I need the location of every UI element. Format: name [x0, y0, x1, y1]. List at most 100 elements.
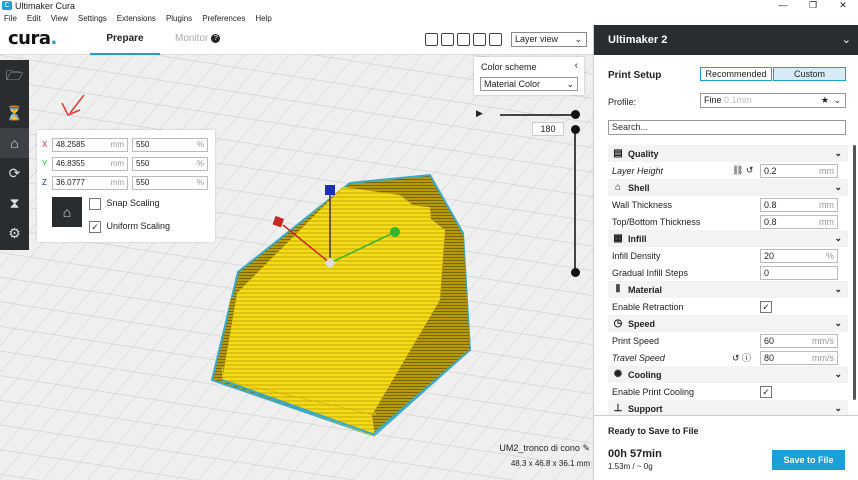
custom-button[interactable]: Custom [773, 67, 846, 81]
category-support[interactable]: ⊥ Support ⌄ [608, 400, 848, 415]
menu-help[interactable]: Help [251, 14, 277, 23]
layer-bottom-handle[interactable] [571, 268, 580, 277]
menu-preferences[interactable]: Preferences [198, 14, 251, 23]
cura-app-icon: C [2, 1, 12, 10]
setting-print-speed[interactable]: Print Speed 60 mm/s [608, 332, 848, 349]
setting-layer-height[interactable]: Layer Height 0.2 mm ⛓ ↺ [608, 162, 848, 179]
chevron-left-icon[interactable]: ‹ [575, 60, 578, 71]
category-cooling[interactable]: ✺ Cooling ⌄ [608, 366, 848, 383]
scale-tool-icon[interactable]: ⌂ [0, 128, 29, 158]
travel-speed-field[interactable]: 80 mm/s [760, 350, 838, 365]
shell-icon: ⌂ [614, 182, 622, 193]
view-3d-icon[interactable] [425, 33, 438, 46]
cura-logo: cura. [8, 28, 57, 49]
play-icon[interactable]: ▶ [476, 108, 483, 119]
scale-z-pct-field[interactable]: 550% [132, 175, 208, 190]
setting-label: Print Speed [612, 335, 660, 346]
quality-icon: ▤ [613, 148, 623, 159]
setting-enable-retraction[interactable]: Enable Retraction ✓ [608, 298, 848, 315]
menu-plugins[interactable]: Plugins [162, 14, 198, 23]
save-footer: Ready to Save to File 00h 57min 1.53m / … [594, 415, 858, 480]
scale-x-pct-field[interactable]: 550% [132, 137, 208, 152]
minimize-button[interactable]: — [768, 0, 798, 11]
layer-height-field[interactable]: 0.2 mm [760, 163, 838, 178]
pencil-icon[interactable]: ✎ [582, 443, 590, 453]
setting-infill-density[interactable]: Infill Density 20% [608, 247, 848, 264]
category-material[interactable]: ⦀ Material ⌄ [608, 281, 848, 298]
recommended-button[interactable]: Recommended [700, 67, 772, 81]
menu-settings[interactable]: Settings [74, 14, 113, 23]
setting-wall-thickness[interactable]: Wall Thickness 0.8 mm [608, 196, 848, 213]
scale-y-pct-field[interactable]: 550% [132, 156, 208, 171]
print-speed-field[interactable]: 60 mm/s [760, 333, 838, 348]
per-model-settings-icon[interactable]: ⚙ [0, 218, 29, 248]
reset-scale-icon[interactable]: ⌂ [52, 197, 82, 227]
axis-x-label: X [42, 140, 48, 149]
menu-edit[interactable]: Edit [23, 14, 47, 23]
category-quality[interactable]: ▤ Quality ⌄ [608, 145, 848, 162]
scale-x-mm-field[interactable]: 48.2585 mm [52, 137, 128, 152]
settings-search-input[interactable]: Search... [608, 120, 846, 135]
view-mode-select[interactable]: Layer view ⌄ [511, 32, 587, 47]
print-time: 00h 57min [608, 448, 662, 460]
menu-view[interactable]: View [47, 14, 74, 23]
chevron-down-icon: ⌄ [833, 95, 841, 105]
layer-progress-handle[interactable] [571, 110, 580, 119]
setting-label: Layer Height [612, 165, 664, 176]
setting-top-bottom-thickness[interactable]: Top/Bottom Thickness 0.8 mm [608, 213, 848, 230]
snap-scaling-checkbox[interactable] [89, 198, 101, 210]
top-bar: cura. Prepare Monitor? Layer view ⌄ [0, 25, 593, 55]
rotate-tool-icon[interactable]: ⟳ [0, 158, 29, 188]
chevron-down-icon: ⌄ [574, 34, 582, 44]
infill-icon: ▦ [613, 233, 623, 244]
menu-extensions[interactable]: Extensions [113, 14, 162, 23]
top-bottom-thickness-field[interactable]: 0.8 mm [760, 214, 838, 229]
mirror-tool-icon[interactable]: ⧗ [0, 188, 29, 218]
print-setup-label: Print Setup [608, 70, 662, 81]
menu-file[interactable]: File [0, 14, 23, 23]
settings-scrollbar[interactable] [853, 145, 856, 400]
category-label: Shell [628, 182, 650, 193]
setting-travel-speed[interactable]: Travel Speed 80 mm/s ↺ ⓘ [608, 349, 848, 366]
open-file-icon[interactable]: 🗁 [0, 60, 29, 90]
layer-range-track [574, 128, 576, 273]
scale-y-mm-field[interactable]: 46.8355 mm [52, 156, 128, 171]
uniform-scaling-checkbox[interactable]: ✓ [89, 221, 101, 233]
scale-z-mm-field[interactable]: 36.0777 mm [52, 175, 128, 190]
profile-select[interactable]: Fine 0.1mm ★ ⌄ [700, 93, 846, 108]
move-tool-icon[interactable]: ⏳ [0, 98, 29, 128]
snap-scaling-row[interactable]: Snap Scaling [89, 198, 160, 210]
left-toolbar: 🗁 ⏳ ⌂ ⟳ ⧗ ⚙ [0, 60, 29, 250]
setting-reset-icon[interactable]: ↺ ⓘ [732, 351, 751, 364]
enable-retraction-checkbox[interactable]: ✓ [760, 300, 772, 313]
printer-selector[interactable]: Ultimaker 2 ⌄ [594, 25, 858, 55]
setting-reset-icon[interactable]: ⛓ ↺ [732, 165, 753, 176]
chevron-down-icon: ⌄ [834, 148, 842, 158]
color-scheme-select[interactable]: Material Color ⌄ [480, 77, 578, 91]
enable-print-cooling-checkbox[interactable]: ✓ [760, 385, 772, 398]
category-shell[interactable]: ⌂ Shell ⌄ [608, 179, 848, 196]
category-infill[interactable]: ▦ Infill ⌄ [608, 230, 848, 247]
layer-top-handle[interactable] [571, 125, 580, 134]
tab-prepare[interactable]: Prepare [90, 25, 160, 55]
view-right-icon[interactable] [489, 33, 502, 46]
chevron-down-icon: ⌄ [834, 233, 842, 243]
view-front-icon[interactable] [441, 33, 454, 46]
layer-progress-track [500, 114, 575, 116]
view-left-icon[interactable] [473, 33, 486, 46]
gradual-infill-steps-field[interactable]: 0 [760, 265, 838, 280]
category-speed[interactable]: ◷ Speed ⌄ [608, 315, 848, 332]
save-to-file-button[interactable]: Save to File [772, 450, 845, 470]
layer-number-field[interactable]: 180 [532, 122, 564, 136]
profile-label: Profile: [608, 97, 637, 107]
maximize-button[interactable]: ❐ [798, 0, 828, 11]
star-icon[interactable]: ★ [821, 94, 829, 107]
close-button[interactable]: ✕ [828, 0, 858, 11]
infill-density-field[interactable]: 20% [760, 248, 838, 263]
wall-thickness-field[interactable]: 0.8 mm [760, 197, 838, 212]
setting-gradual-infill-steps[interactable]: Gradual Infill Steps 0 [608, 264, 848, 281]
uniform-scaling-row[interactable]: ✓ Uniform Scaling [89, 221, 170, 233]
setting-enable-print-cooling[interactable]: Enable Print Cooling ✓ [608, 383, 848, 400]
tab-monitor[interactable]: Monitor? [175, 25, 221, 55]
view-top-icon[interactable] [457, 33, 470, 46]
